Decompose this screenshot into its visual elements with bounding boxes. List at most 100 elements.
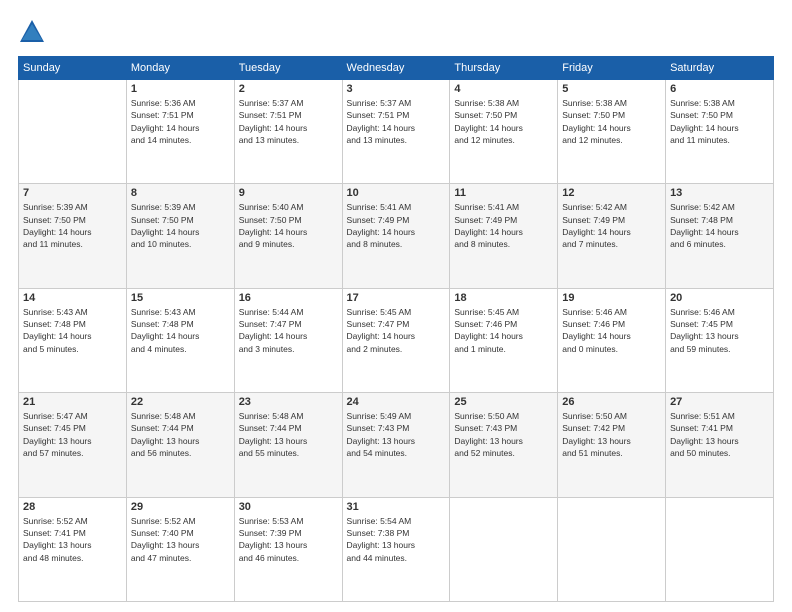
calendar-cell: 8 Sunrise: 5:39 AM Sunset: 7:50 PM Daylig…	[126, 184, 234, 288]
day-number: 30	[239, 501, 338, 513]
day-info: Sunrise: 5:47 AM Sunset: 7:45 PM Dayligh…	[23, 410, 122, 459]
calendar-cell: 2Sunrise: 5:37 AM Sunset: 7:51 PM Daylig…	[234, 80, 342, 184]
calendar-cell: 13 Sunrise: 5:42 AM Sunset: 7:48 PM Dayli…	[666, 184, 774, 288]
calendar-cell: 12Sunrise: 5:42 AM Sunset: 7:49 PM Dayli…	[558, 184, 666, 288]
day-info: Sunrise: 5:40 AM Sunset: 7:50 PM Dayligh…	[239, 201, 338, 250]
day-number: 5	[562, 83, 661, 95]
day-number: 20	[670, 292, 769, 304]
calendar-cell: 26 Sunrise: 5:50 AM Sunset: 7:42 PM Dayli…	[558, 393, 666, 497]
calendar-cell: 10 Sunrise: 5:41 AM Sunset: 7:49 PM Dayli…	[342, 184, 450, 288]
day-number: 10	[347, 187, 446, 199]
day-info: Sunrise: 5:45 AM Sunset: 7:47 PM Dayligh…	[347, 306, 446, 355]
day-info: Sunrise: 5:51 AM Sunset: 7:41 PM Dayligh…	[670, 410, 769, 459]
calendar-cell: 7Sunrise: 5:39 AM Sunset: 7:50 PM Daylig…	[19, 184, 127, 288]
calendar-cell: 6 Sunrise: 5:38 AM Sunset: 7:50 PM Daylig…	[666, 80, 774, 184]
day-info: Sunrise: 5:37 AM Sunset: 7:51 PM Dayligh…	[239, 97, 338, 146]
day-info: Sunrise: 5:36 AM Sunset: 7:51 PM Dayligh…	[131, 97, 230, 146]
calendar-week-1: 1 Sunrise: 5:36 AM Sunset: 7:51 PM Daylig…	[19, 80, 774, 184]
calendar-cell: 28 Sunrise: 5:52 AM Sunset: 7:41 PM Dayli…	[19, 497, 127, 601]
calendar-cell	[19, 80, 127, 184]
day-info: Sunrise: 5:43 AM Sunset: 7:48 PM Dayligh…	[131, 306, 230, 355]
day-number: 28	[23, 501, 122, 513]
day-info: Sunrise: 5:52 AM Sunset: 7:41 PM Dayligh…	[23, 515, 122, 564]
day-number: 15	[131, 292, 230, 304]
page: SundayMondayTuesdayWednesdayThursdayFrid…	[0, 0, 792, 612]
day-number: 1	[131, 83, 230, 95]
calendar-cell: 9 Sunrise: 5:40 AM Sunset: 7:50 PM Daylig…	[234, 184, 342, 288]
logo-icon	[18, 18, 46, 46]
calendar-cell: 25 Sunrise: 5:50 AM Sunset: 7:43 PM Dayli…	[450, 393, 558, 497]
calendar-cell: 15 Sunrise: 5:43 AM Sunset: 7:48 PM Dayli…	[126, 288, 234, 392]
calendar-cell: 3 Sunrise: 5:37 AM Sunset: 7:51 PM Daylig…	[342, 80, 450, 184]
calendar-header-tuesday: Tuesday	[234, 57, 342, 80]
day-number: 18	[454, 292, 553, 304]
day-info: Sunrise: 5:50 AM Sunset: 7:42 PM Dayligh…	[562, 410, 661, 459]
day-number: 17	[347, 292, 446, 304]
day-info: Sunrise: 5:52 AM Sunset: 7:40 PM Dayligh…	[131, 515, 230, 564]
day-number: 25	[454, 396, 553, 408]
day-info: Sunrise: 5:50 AM Sunset: 7:43 PM Dayligh…	[454, 410, 553, 459]
calendar-week-2: 7Sunrise: 5:39 AM Sunset: 7:50 PM Daylig…	[19, 184, 774, 288]
day-number: 19	[562, 292, 661, 304]
calendar-cell: 31 Sunrise: 5:54 AM Sunset: 7:38 PM Dayli…	[342, 497, 450, 601]
day-info: Sunrise: 5:46 AM Sunset: 7:46 PM Dayligh…	[562, 306, 661, 355]
day-info: Sunrise: 5:39 AM Sunset: 7:50 PM Dayligh…	[23, 201, 122, 250]
calendar-week-3: 14 Sunrise: 5:43 AM Sunset: 7:48 PM Dayli…	[19, 288, 774, 392]
calendar-header-wednesday: Wednesday	[342, 57, 450, 80]
day-number: 8	[131, 187, 230, 199]
calendar-header-row: SundayMondayTuesdayWednesdayThursdayFrid…	[19, 57, 774, 80]
calendar-header-sunday: Sunday	[19, 57, 127, 80]
calendar-cell	[558, 497, 666, 601]
day-number: 3	[347, 83, 446, 95]
day-info: Sunrise: 5:39 AM Sunset: 7:50 PM Dayligh…	[131, 201, 230, 250]
calendar-cell: 11Sunrise: 5:41 AM Sunset: 7:49 PM Dayli…	[450, 184, 558, 288]
day-info: Sunrise: 5:49 AM Sunset: 7:43 PM Dayligh…	[347, 410, 446, 459]
day-info: Sunrise: 5:54 AM Sunset: 7:38 PM Dayligh…	[347, 515, 446, 564]
day-info: Sunrise: 5:42 AM Sunset: 7:48 PM Dayligh…	[670, 201, 769, 250]
calendar-cell: 16 Sunrise: 5:44 AM Sunset: 7:47 PM Dayli…	[234, 288, 342, 392]
day-number: 22	[131, 396, 230, 408]
day-info: Sunrise: 5:44 AM Sunset: 7:47 PM Dayligh…	[239, 306, 338, 355]
day-number: 16	[239, 292, 338, 304]
day-number: 26	[562, 396, 661, 408]
day-info: Sunrise: 5:45 AM Sunset: 7:46 PM Dayligh…	[454, 306, 553, 355]
day-number: 14	[23, 292, 122, 304]
day-info: Sunrise: 5:38 AM Sunset: 7:50 PM Dayligh…	[670, 97, 769, 146]
day-number: 27	[670, 396, 769, 408]
day-number: 21	[23, 396, 122, 408]
calendar-cell: 18 Sunrise: 5:45 AM Sunset: 7:46 PM Dayli…	[450, 288, 558, 392]
day-number: 4	[454, 83, 553, 95]
calendar-header-saturday: Saturday	[666, 57, 774, 80]
day-number: 9	[239, 187, 338, 199]
calendar-cell: 27 Sunrise: 5:51 AM Sunset: 7:41 PM Dayli…	[666, 393, 774, 497]
day-info: Sunrise: 5:41 AM Sunset: 7:49 PM Dayligh…	[347, 201, 446, 250]
calendar-week-4: 21 Sunrise: 5:47 AM Sunset: 7:45 PM Dayli…	[19, 393, 774, 497]
day-number: 13	[670, 187, 769, 199]
calendar-header-thursday: Thursday	[450, 57, 558, 80]
logo	[18, 18, 48, 46]
calendar-cell: 4 Sunrise: 5:38 AM Sunset: 7:50 PM Daylig…	[450, 80, 558, 184]
day-info: Sunrise: 5:48 AM Sunset: 7:44 PM Dayligh…	[239, 410, 338, 459]
day-info: Sunrise: 5:48 AM Sunset: 7:44 PM Dayligh…	[131, 410, 230, 459]
calendar-week-5: 28 Sunrise: 5:52 AM Sunset: 7:41 PM Dayli…	[19, 497, 774, 601]
day-info: Sunrise: 5:38 AM Sunset: 7:50 PM Dayligh…	[454, 97, 553, 146]
calendar-cell: 1 Sunrise: 5:36 AM Sunset: 7:51 PM Daylig…	[126, 80, 234, 184]
calendar-cell: 23 Sunrise: 5:48 AM Sunset: 7:44 PM Dayli…	[234, 393, 342, 497]
calendar-cell: 5 Sunrise: 5:38 AM Sunset: 7:50 PM Daylig…	[558, 80, 666, 184]
calendar-cell: 14 Sunrise: 5:43 AM Sunset: 7:48 PM Dayli…	[19, 288, 127, 392]
day-info: Sunrise: 5:38 AM Sunset: 7:50 PM Dayligh…	[562, 97, 661, 146]
day-number: 29	[131, 501, 230, 513]
day-number: 23	[239, 396, 338, 408]
day-info: Sunrise: 5:43 AM Sunset: 7:48 PM Dayligh…	[23, 306, 122, 355]
calendar-cell	[450, 497, 558, 601]
calendar-cell: 21 Sunrise: 5:47 AM Sunset: 7:45 PM Dayli…	[19, 393, 127, 497]
calendar-cell: 19 Sunrise: 5:46 AM Sunset: 7:46 PM Dayli…	[558, 288, 666, 392]
calendar-header-monday: Monday	[126, 57, 234, 80]
calendar-cell: 20Sunrise: 5:46 AM Sunset: 7:45 PM Dayli…	[666, 288, 774, 392]
day-info: Sunrise: 5:37 AM Sunset: 7:51 PM Dayligh…	[347, 97, 446, 146]
calendar-cell	[666, 497, 774, 601]
day-number: 31	[347, 501, 446, 513]
calendar-header-friday: Friday	[558, 57, 666, 80]
calendar-cell: 22 Sunrise: 5:48 AM Sunset: 7:44 PM Dayli…	[126, 393, 234, 497]
day-number: 6	[670, 83, 769, 95]
